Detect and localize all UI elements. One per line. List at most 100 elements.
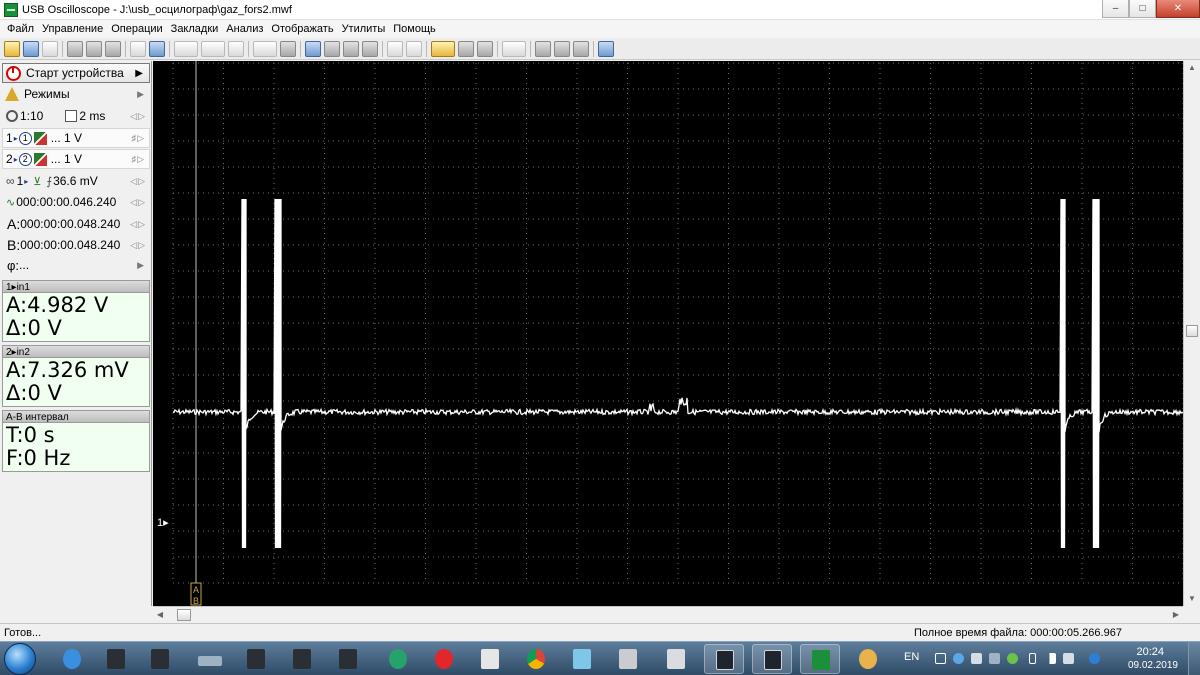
- undo-icon[interactable]: [228, 40, 244, 57]
- trigger-time-row[interactable]: ∿ 000:00:00.046.240 ◁▷: [2, 192, 150, 212]
- taskbar-app-2[interactable]: [140, 644, 180, 674]
- signal-icon[interactable]: [1045, 653, 1056, 664]
- taskbar-app-6[interactable]: [562, 644, 602, 674]
- speaker-icon[interactable]: [1063, 653, 1074, 664]
- taskbar-printer[interactable]: [608, 644, 648, 674]
- horizontal-scroll-thumb[interactable]: [177, 609, 191, 621]
- play-record-icon[interactable]: [458, 40, 474, 57]
- menu-utilities[interactable]: Утилиты: [338, 23, 390, 35]
- channel-1-stepper-icon[interactable]: ♯▷: [132, 133, 145, 144]
- window-switch-icon[interactable]: [935, 653, 946, 664]
- show-desktop-button[interactable]: [1188, 642, 1200, 675]
- taskbar-drive[interactable]: [190, 644, 230, 674]
- measure-icon[interactable]: [149, 40, 165, 57]
- taskbar-document[interactable]: [470, 644, 510, 674]
- taskbar-calculator[interactable]: [656, 644, 696, 674]
- filter-dropdown-icon[interactable]: [253, 40, 277, 57]
- battery-icon[interactable]: [1029, 653, 1036, 664]
- device-icon[interactable]: [989, 653, 1000, 664]
- taskbar-app-4[interactable]: [282, 644, 322, 674]
- channel-2-row[interactable]: 2 ▸ 2 ... 1 V ♯▷: [2, 149, 150, 169]
- taskbar-app-3[interactable]: [236, 644, 276, 674]
- cut-icon[interactable]: [105, 40, 121, 57]
- channel-1-row[interactable]: 1 ▸ 1 ... 1 V ♯▷: [2, 128, 150, 148]
- horizontal-scrollbar[interactable]: ◀ ▶: [153, 606, 1183, 623]
- phase-row[interactable]: φ: ... ▶: [2, 255, 150, 275]
- menu-operations[interactable]: Операции: [107, 23, 166, 35]
- taskbar-terminal-2[interactable]: [752, 644, 792, 674]
- network-icon[interactable]: [1089, 653, 1100, 664]
- document-icon[interactable]: [362, 40, 378, 57]
- menu-bookmarks[interactable]: Закладки: [167, 23, 223, 35]
- bluetooth-icon[interactable]: [953, 653, 964, 664]
- trigger-time-stepper-icon[interactable]: ◁▷: [130, 197, 146, 208]
- cursor-b-stepper-icon[interactable]: ◁▷: [130, 240, 146, 251]
- language-indicator[interactable]: EN: [904, 651, 919, 663]
- cursor-icon[interactable]: [130, 40, 146, 57]
- menu-display[interactable]: Отображать: [267, 23, 337, 35]
- menu-analysis[interactable]: Анализ: [222, 23, 267, 35]
- taskbar-chrome[interactable]: [516, 644, 556, 674]
- minimize-button[interactable]: –: [1102, 0, 1129, 18]
- trigger-row[interactable]: ∞ 1 ▸ ⊻ ⨍ 36.6 mV ◁▷: [2, 171, 150, 191]
- cursor-b-row[interactable]: B: 000:00:00.048.240 ◁▷: [2, 235, 150, 255]
- device-icon[interactable]: [535, 40, 551, 57]
- windows-start-button[interactable]: [4, 643, 36, 675]
- check-up-icon[interactable]: [343, 40, 359, 57]
- filter-clear-icon[interactable]: [280, 40, 296, 57]
- taskbar-terminal-1[interactable]: [704, 644, 744, 674]
- opera-icon: [435, 649, 453, 669]
- cursor-a-stepper-icon[interactable]: ◁▷: [130, 219, 146, 230]
- taskbar-app-5[interactable]: [328, 644, 368, 674]
- open-file-icon[interactable]: [4, 40, 20, 57]
- vertical-scrollbar[interactable]: ▲ ▼: [1183, 61, 1200, 606]
- toolbar-separator: [497, 40, 498, 57]
- print-icon[interactable]: [42, 40, 58, 57]
- grid-dropdown-icon[interactable]: [502, 40, 526, 57]
- check-down-icon[interactable]: [324, 40, 340, 57]
- save-icon[interactable]: [23, 40, 39, 57]
- check-icon[interactable]: [305, 40, 321, 57]
- taskbar-oscilloscope[interactable]: [800, 644, 840, 674]
- menu-help[interactable]: Помощь: [389, 23, 440, 35]
- display-icon[interactable]: [971, 653, 982, 664]
- channel-2-stepper-icon[interactable]: ♯▷: [132, 154, 145, 165]
- record-stop-icon[interactable]: [477, 40, 493, 57]
- timebase-stepper-icon[interactable]: ◁▷: [130, 111, 146, 122]
- scroll-right-icon[interactable]: ▶: [1169, 607, 1183, 623]
- maximize-button[interactable]: □: [1129, 0, 1156, 18]
- channel-1-marker[interactable]: 1▸: [157, 517, 169, 529]
- vertical-scroll-thumb[interactable]: [1186, 325, 1198, 337]
- taskbar-paint[interactable]: [848, 644, 888, 674]
- scroll-up-icon[interactable]: ▲: [1184, 61, 1200, 75]
- zoom-value[interactable]: 1:10: [20, 109, 43, 123]
- close-button[interactable]: ✕: [1156, 0, 1200, 18]
- taskbar-media-player[interactable]: [378, 644, 418, 674]
- trigger-stepper-icon[interactable]: ◁▷: [130, 176, 146, 187]
- taskbar-app-1[interactable]: [96, 644, 136, 674]
- folder-dropdown-icon[interactable]: [431, 40, 455, 57]
- device-doc-icon[interactable]: [554, 40, 570, 57]
- start-device-button[interactable]: Старт устройства ▶: [2, 63, 150, 83]
- waveform2-dropdown-icon[interactable]: [201, 40, 225, 57]
- timebase-value[interactable]: 2 ms: [79, 109, 105, 123]
- taskbar-opera[interactable]: [424, 644, 464, 674]
- scroll-down-icon[interactable]: ▼: [1184, 592, 1200, 606]
- paste-icon[interactable]: [86, 40, 102, 57]
- menu-file[interactable]: Файл: [3, 23, 38, 35]
- device-close-icon[interactable]: [573, 40, 589, 57]
- zoom-fit-icon[interactable]: [387, 40, 403, 57]
- modes-menu[interactable]: Режимы ▶: [2, 84, 150, 104]
- oscilloscope-display[interactable]: 1▸ A B: [153, 61, 1183, 606]
- help-icon[interactable]: [598, 40, 614, 57]
- clock-date[interactable]: 09.02.2019: [1128, 660, 1178, 671]
- update-icon[interactable]: [1007, 653, 1018, 664]
- cursor-a-row[interactable]: A: 000:00:00.048.240 ◁▷: [2, 214, 150, 234]
- menu-control[interactable]: Управление: [38, 23, 107, 35]
- taskbar-ie[interactable]: [52, 644, 92, 674]
- waveform-dropdown-icon[interactable]: [174, 40, 198, 57]
- export-icon[interactable]: [406, 40, 422, 57]
- copy-icon[interactable]: [67, 40, 83, 57]
- scroll-left-icon[interactable]: ◀: [153, 607, 167, 623]
- clock-time[interactable]: 20:24: [1136, 646, 1164, 658]
